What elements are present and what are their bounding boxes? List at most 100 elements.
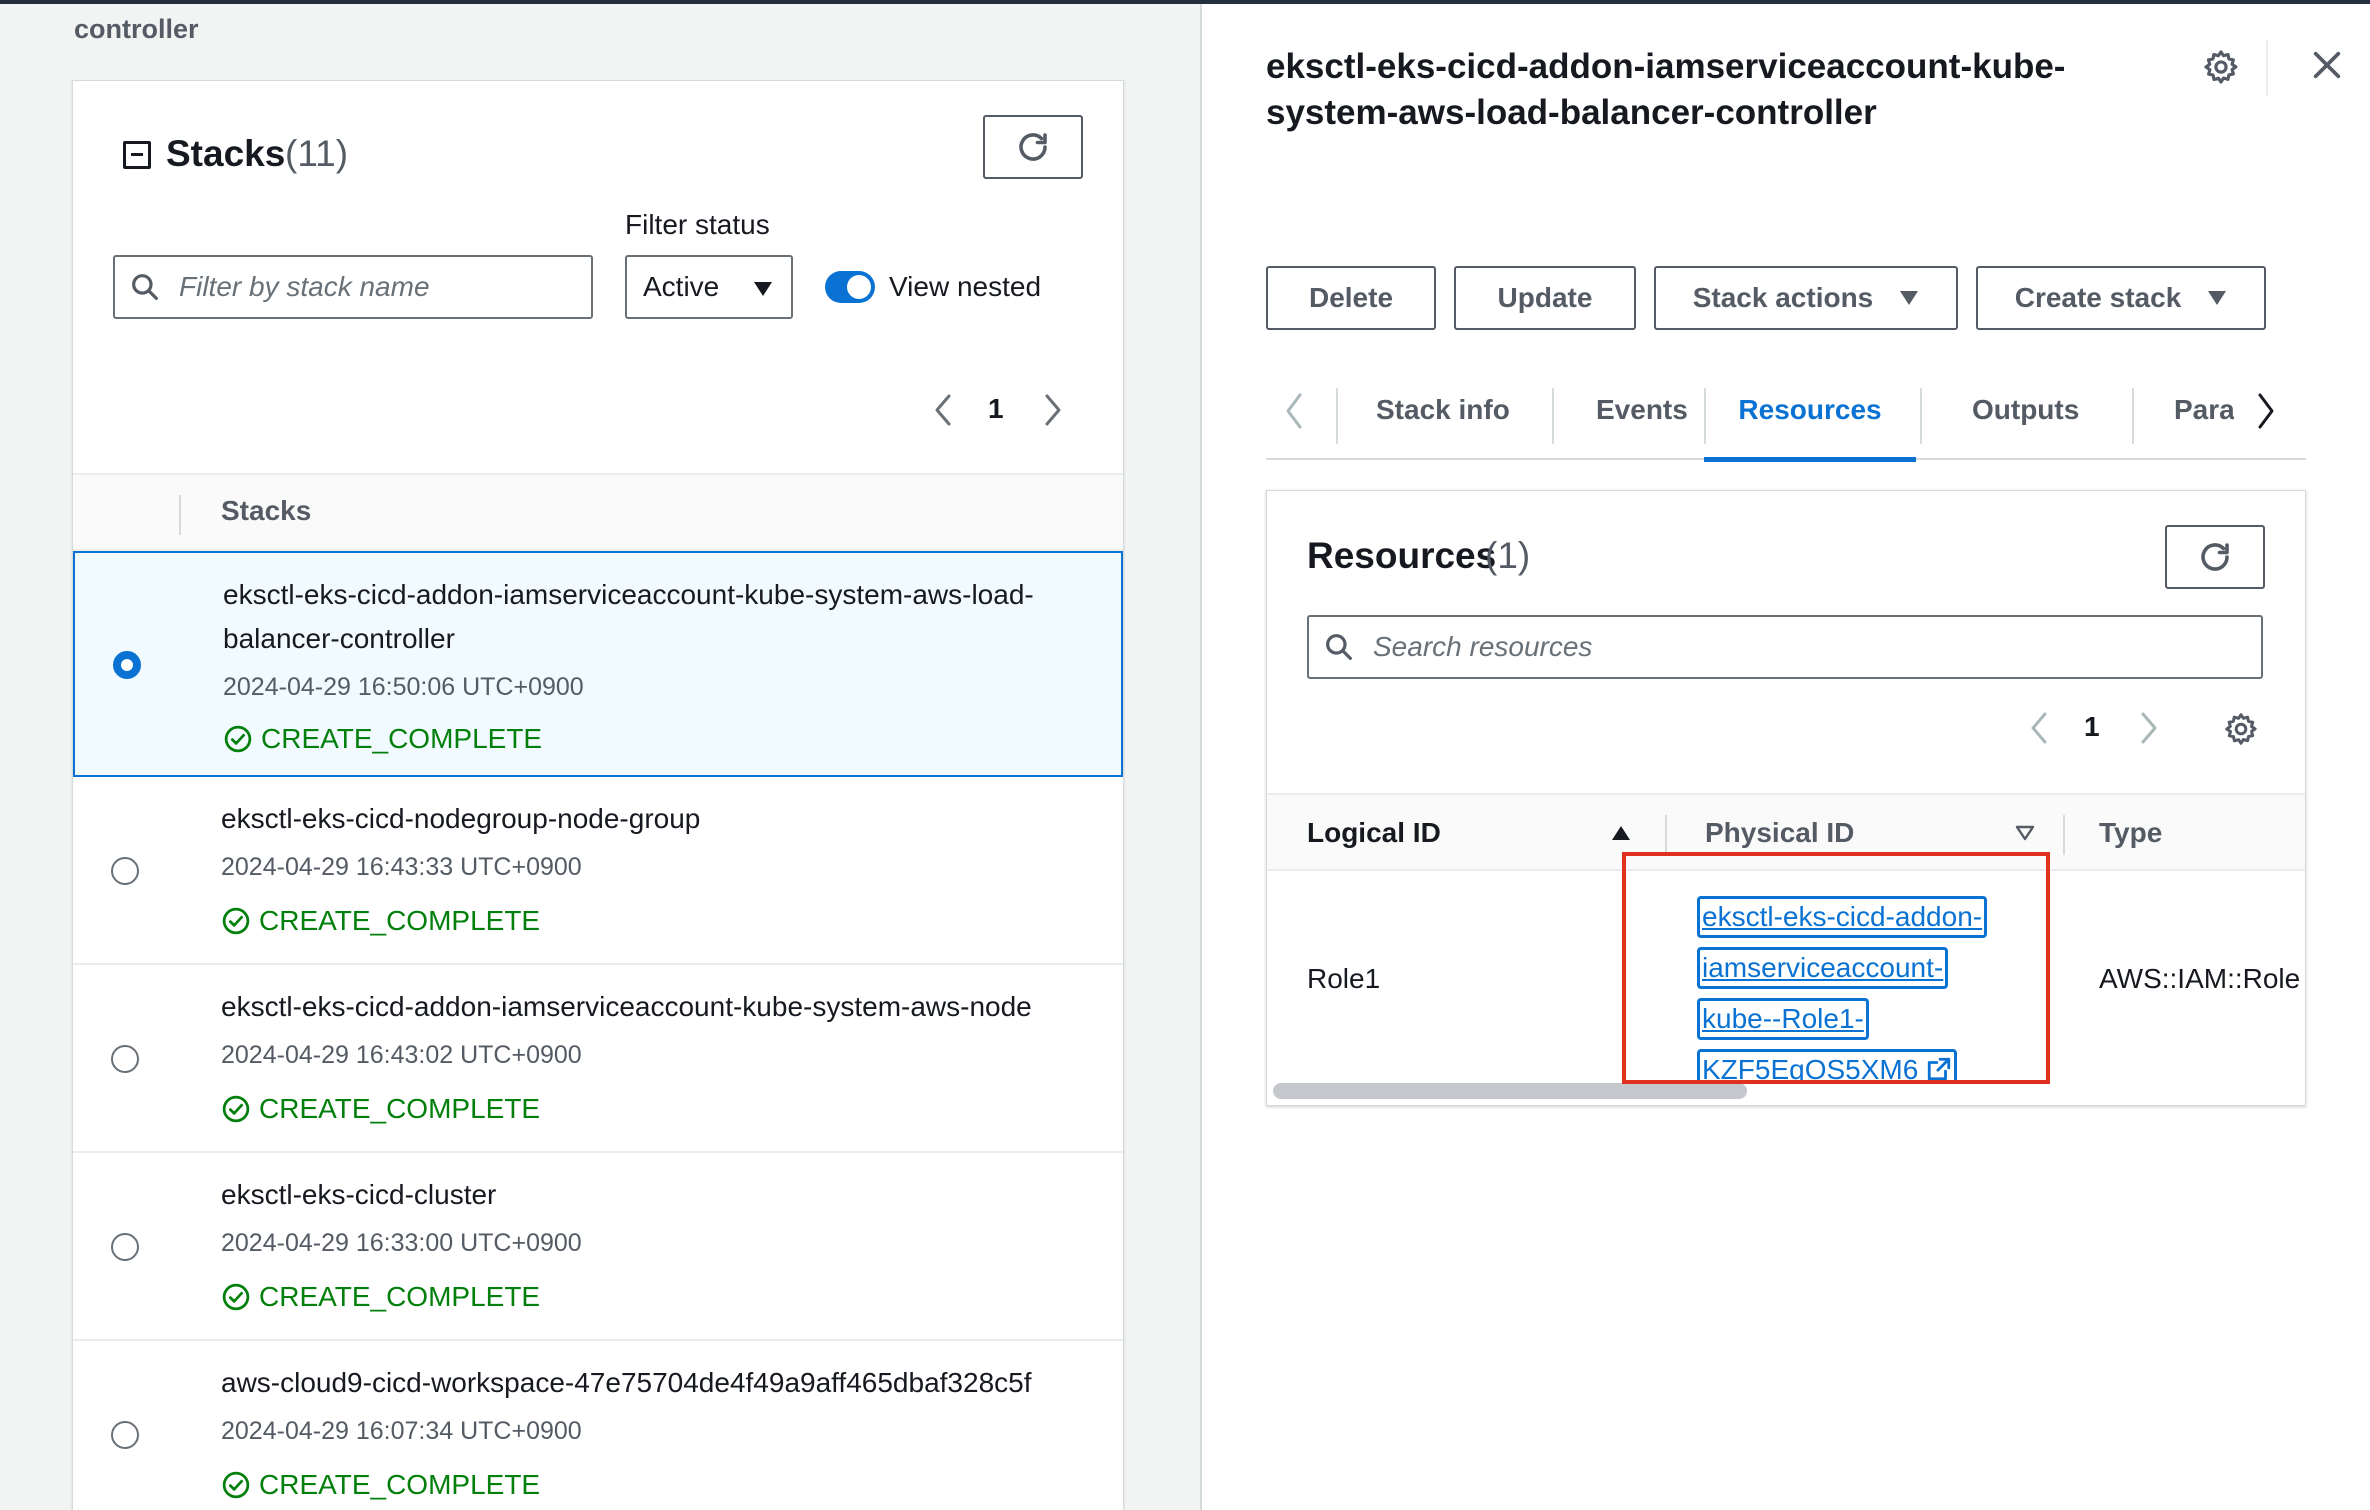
delete-button[interactable]: Delete — [1266, 266, 1436, 330]
chevron-right-icon[interactable] — [1043, 393, 1063, 427]
type-cell: AWS::IAM::Role — [2099, 963, 2301, 994]
stack-name: eksctl-eks-cicd-nodegroup-node-group — [221, 803, 701, 834]
table-row[interactable]: eksctl-eks-cicd-nodegroup-node-group 2024… — [73, 777, 1123, 965]
stack-actions-button[interactable]: Stack actions — [1654, 266, 1958, 330]
stack-status: CREATE_COMPLETE — [221, 1093, 540, 1125]
stack-status: CREATE_COMPLETE — [221, 1469, 540, 1501]
resources-page-number[interactable]: 1 — [2084, 711, 2100, 743]
stack-radio[interactable] — [111, 1421, 139, 1449]
stack-radio[interactable] — [111, 857, 139, 885]
stacks-pagination: 1 — [933, 389, 1073, 429]
physical-id-line[interactable]: eksctl-eks-cicd-addon- — [1697, 896, 1988, 938]
physical-id-line[interactable]: iamserviceaccount- — [1697, 947, 1949, 989]
logical-id-cell: Role1 — [1307, 963, 1381, 994]
resources-count: (1) — [1485, 535, 1531, 576]
chevron-right-icon[interactable] — [2139, 711, 2159, 745]
stack-name: aws-cloud9-cicd-workspace-47e75704de4f49… — [221, 1367, 1032, 1398]
stack-status-label: CREATE_COMPLETE — [259, 1469, 541, 1500]
stack-detail-pane: eksctl-eks-cicd-addon-iamserviceaccount-… — [1200, 4, 2370, 1510]
tab-resources[interactable]: Resources — [1704, 370, 1916, 462]
stack-name: eksctl-eks-cicd-cluster — [221, 1179, 497, 1210]
detail-tabs: Stack info Events Resources Outputs Para — [1266, 370, 2306, 462]
resources-pagination: 1 — [2029, 707, 2169, 747]
tab-divider — [1336, 388, 1338, 444]
logical-id-header[interactable]: Logical ID — [1307, 817, 1441, 849]
table-row[interactable]: eksctl-eks-cicd-addon-iamserviceaccount-… — [73, 965, 1123, 1153]
caret-down-icon — [754, 282, 772, 296]
resources-title: Resources — [1307, 535, 1497, 576]
physical-id-header[interactable]: Physical ID — [1705, 817, 1854, 849]
caret-down-icon — [2208, 291, 2227, 305]
tab-divider — [1920, 388, 1922, 444]
search-icon — [132, 274, 158, 300]
stack-timestamp: 2024-04-29 16:43:33 UTC+0900 — [221, 853, 582, 881]
resource-search-input[interactable]: Search resources — [1307, 615, 2263, 679]
table-row[interactable]: eksctl-eks-cicd-cluster 2024-04-29 16:33:… — [73, 1153, 1123, 1341]
stack-timestamp: 2024-04-29 16:50:06 UTC+0900 — [223, 673, 584, 701]
stacks-title: Stacks — [166, 133, 286, 174]
table-row[interactable]: eksctl-eks-cicd-addon-iamserviceaccount-… — [73, 551, 1123, 777]
resources-table-header: Logical ID Physical ID Type — [1267, 793, 2305, 871]
update-button[interactable]: Update — [1454, 266, 1636, 330]
stacks-count: (11) — [285, 133, 349, 174]
resource-search-placeholder: Search resources — [1373, 631, 1593, 662]
delete-button-label: Delete — [1308, 282, 1394, 313]
close-icon[interactable] — [2310, 48, 2344, 82]
stack-status-label: CREATE_COMPLETE — [261, 723, 543, 754]
sort-ascending-icon[interactable] — [1611, 825, 1631, 841]
caret-down-icon — [1900, 291, 1919, 305]
refresh-icon — [2201, 543, 2229, 571]
stacks-table-header: Stacks — [73, 473, 1123, 551]
stack-status: CREATE_COMPLETE — [223, 723, 542, 755]
filter-status-label: Filter status — [625, 209, 770, 240]
stack-detail-title: eksctl-eks-cicd-addon-iamserviceaccount-… — [1266, 47, 2066, 132]
scrollbar-thumb[interactable] — [1273, 1083, 1747, 1099]
stack-timestamp: 2024-04-29 16:43:02 UTC+0900 — [221, 1041, 582, 1069]
create-stack-label: Create stack — [2014, 282, 2182, 313]
type-header[interactable]: Type — [2099, 817, 2162, 849]
create-stack-button[interactable]: Create stack — [1976, 266, 2266, 330]
stacks-page-number[interactable]: 1 — [988, 393, 1004, 425]
chevron-left-icon[interactable] — [933, 393, 953, 427]
success-check-icon — [222, 1095, 250, 1123]
stack-actions-label: Stack actions — [1692, 282, 1874, 313]
search-icon — [1326, 634, 1352, 660]
stack-search-placeholder: Filter by stack name — [179, 271, 430, 302]
stack-search-input[interactable]: Filter by stack name — [113, 255, 593, 319]
tab-outputs[interactable]: Outputs — [1972, 370, 2079, 460]
stacks-refresh-button[interactable] — [983, 115, 1083, 179]
view-nested-label: View nested — [889, 271, 1042, 302]
stack-status: CREATE_COMPLETE — [221, 905, 540, 937]
column-divider — [1665, 815, 1667, 855]
resources-refresh-button[interactable] — [2165, 525, 2265, 589]
settings-gear-icon[interactable] — [2202, 48, 2240, 86]
stack-status-label: CREATE_COMPLETE — [259, 905, 541, 936]
stack-radio[interactable] — [113, 651, 141, 679]
sort-descending-icon[interactable] — [2015, 825, 2035, 841]
chevron-right-icon[interactable] — [2256, 392, 2276, 430]
stacks-pane: controller Stacks (11) Filter status Fil… — [0, 4, 1226, 1510]
tab-parameters[interactable]: Para — [2174, 370, 2234, 460]
chevron-left-icon[interactable] — [2029, 711, 2049, 745]
collapse-icon[interactable] — [123, 141, 151, 169]
table-row[interactable]: aws-cloud9-cicd-workspace-47e75704de4f49… — [73, 1341, 1123, 1510]
stack-radio[interactable] — [111, 1045, 139, 1073]
table-row: Role1 eksctl-eks-cicd-addon- iamservicea… — [1267, 871, 2305, 1091]
filter-status-value: Active — [643, 271, 720, 302]
tab-stack-info[interactable]: Stack info — [1376, 370, 1510, 460]
stacks-panel-header: Stacks (11) Filter status Filter by stac… — [73, 81, 1123, 473]
settings-gear-icon[interactable] — [2223, 711, 2259, 747]
breadcrumb: controller — [74, 14, 199, 44]
stack-status: CREATE_COMPLETE — [221, 1281, 540, 1313]
physical-id-line[interactable]: kube--Role1- — [1697, 998, 1869, 1040]
chevron-left-icon[interactable] — [1284, 392, 1304, 430]
tab-events[interactable]: Events — [1596, 370, 1688, 460]
view-nested-toggle[interactable] — [825, 271, 875, 303]
success-check-icon — [222, 1471, 250, 1499]
physical-id-link[interactable]: eksctl-eks-cicd-addon- iamserviceaccount… — [1697, 895, 1997, 1099]
refresh-icon — [1019, 133, 1047, 161]
filter-status-select[interactable]: Active — [625, 255, 793, 319]
stack-radio[interactable] — [111, 1233, 139, 1261]
stack-timestamp: 2024-04-29 16:07:34 UTC+0900 — [221, 1417, 582, 1445]
stacks-column-header: Stacks — [221, 495, 312, 526]
